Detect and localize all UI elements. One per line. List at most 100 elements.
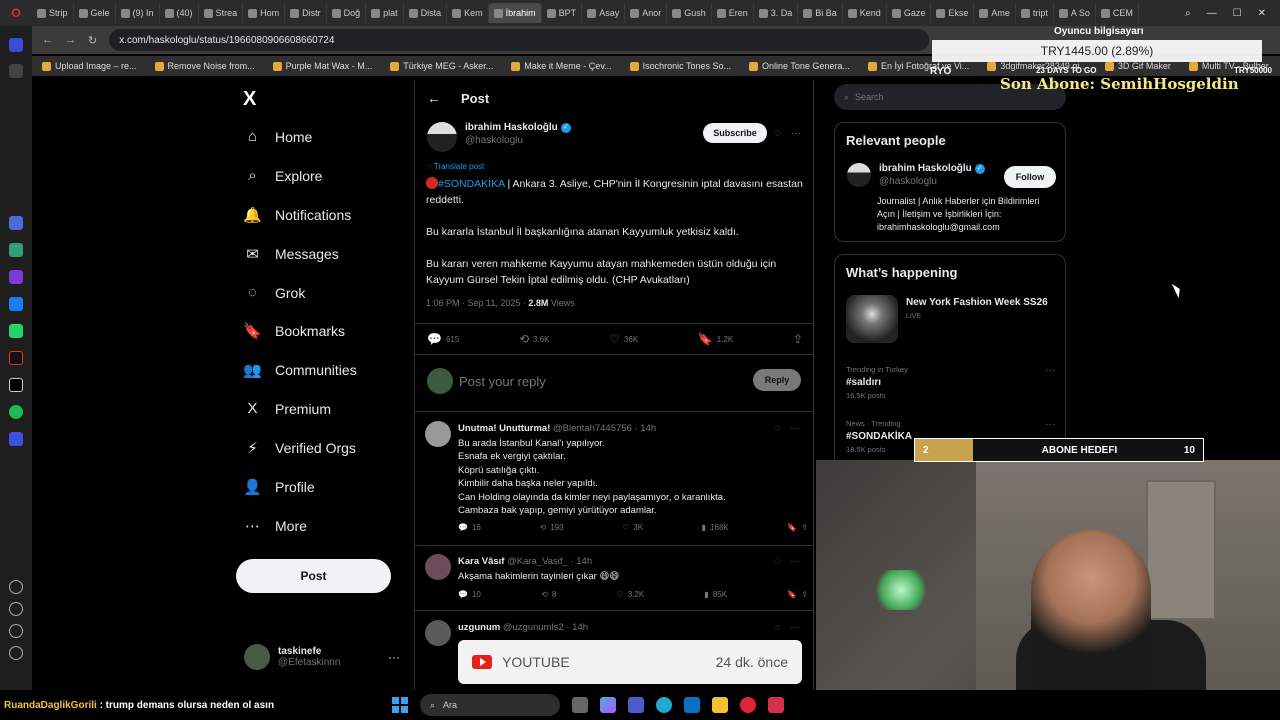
bookmark-item[interactable]: Isochronic Tones So... xyxy=(629,61,731,71)
more-icon[interactable]: ··· xyxy=(790,556,799,566)
store-icon[interactable] xyxy=(684,697,700,713)
bookmark-item[interactable]: Türkiye MEG - Asker... xyxy=(390,61,493,71)
whatsapp-icon[interactable] xyxy=(9,324,23,338)
like-action[interactable]: ♡ 36K xyxy=(609,332,638,346)
event-image[interactable] xyxy=(846,295,898,343)
reply-handle[interactable]: @Kara_Vasif_ · 14h xyxy=(507,556,592,567)
nav-item-grok[interactable]: ◌ Grok xyxy=(244,284,305,301)
account-more-icon[interactable]: ··· xyxy=(388,650,400,664)
relevant-person[interactable]: ibrahim Haskoloğlu ✓ @haskologlu xyxy=(847,163,985,187)
browser-tab[interactable]: Gele xyxy=(74,3,116,23)
nav-item-explore[interactable]: ⌕ Explore xyxy=(244,167,322,184)
browser-tab[interactable]: Gaze xyxy=(887,3,932,23)
reply-item[interactable]: Unutma! Unutturma! @Blentah7445756 · 14h… xyxy=(415,413,813,546)
browser-tab[interactable]: 3. Da xyxy=(754,3,799,23)
trend-more-icon[interactable]: ··· xyxy=(1045,419,1055,430)
browser-tab[interactable]: Hom xyxy=(243,3,286,23)
tiktok-icon[interactable] xyxy=(9,351,23,365)
grok-icon[interactable]: ◌ xyxy=(775,128,781,139)
reply-button[interactable]: Reply xyxy=(753,369,801,391)
nav-item-communities[interactable]: 👥 Communities xyxy=(243,361,357,379)
reply-author[interactable]: uzgunum xyxy=(458,622,500,633)
event-title[interactable]: New York Fashion Week SS26 xyxy=(906,297,1048,308)
more-icon[interactable]: ··· xyxy=(790,423,799,433)
avatar[interactable] xyxy=(425,554,451,580)
browser-tab[interactable]: Anor xyxy=(625,3,668,23)
share-action[interactable]: ⇪ xyxy=(793,332,803,346)
more-icon[interactable]: ··· xyxy=(790,622,799,632)
settings-icon[interactable] xyxy=(9,624,23,638)
avatar[interactable] xyxy=(425,620,451,646)
compose-post-button[interactable]: Post xyxy=(236,559,391,593)
nav-item-home[interactable]: ⌂ Home xyxy=(244,128,312,145)
like-action[interactable]: ♡ 3.2K xyxy=(617,590,645,599)
follow-button[interactable]: Follow xyxy=(1004,166,1056,188)
browser-tab[interactable]: Ame xyxy=(974,3,1016,23)
reply-action[interactable]: 💬 10 xyxy=(458,590,481,599)
task-view-icon[interactable] xyxy=(572,697,588,713)
bookmark-action[interactable]: 🔖 ⇪ xyxy=(787,590,808,599)
back-icon[interactable]: ← xyxy=(42,34,53,46)
hashtag-link[interactable]: #SONDAKİKA xyxy=(438,178,505,190)
bookmark-item[interactable]: Remove Noise from... xyxy=(154,61,255,71)
home-sidebar-icon[interactable] xyxy=(9,38,23,52)
reply-action[interactable]: 💬 615 xyxy=(427,332,459,346)
more-icon[interactable]: ··· xyxy=(791,128,801,139)
back-arrow-icon[interactable]: ← xyxy=(427,90,441,106)
browser-tab[interactable]: CEM xyxy=(1096,3,1139,23)
bookmark-item[interactable]: En İyi Fotoğraf ve Vi... xyxy=(867,61,969,71)
copilot-icon[interactable] xyxy=(600,697,616,713)
bookmark-item[interactable]: Online Tone Genera... xyxy=(749,61,850,71)
reply-author[interactable]: Kara Vâsıf xyxy=(458,556,504,567)
youtube-card[interactable]: YOUTUBE 24 dk. önce xyxy=(458,640,802,684)
browser-tab[interactable]: Dista xyxy=(404,3,448,23)
search-tabs-icon[interactable]: ⌕ xyxy=(1185,8,1191,19)
grok-icon[interactable]: ◌ xyxy=(775,423,780,433)
share-icon[interactable]: ⇪ xyxy=(801,523,808,532)
author-name[interactable]: ibrahim Haskoloğlu xyxy=(465,122,558,133)
forward-icon[interactable]: → xyxy=(65,34,76,46)
spotify-icon[interactable] xyxy=(9,405,23,419)
share-icon[interactable]: ⇪ xyxy=(801,590,808,599)
grok-icon[interactable]: ◌ xyxy=(775,622,780,632)
reply-handle[interactable]: @uzgunumls2 · 14h xyxy=(503,622,588,633)
url-field[interactable]: x.com/haskologlu/status/1966080906608660… xyxy=(109,29,930,51)
person-name[interactable]: ibrahim Haskoloğlu xyxy=(879,163,972,174)
bookmark-action[interactable]: 🔖 1.2K xyxy=(698,332,733,346)
browser-tab[interactable]: plat xyxy=(366,3,404,23)
x-logo[interactable]: X xyxy=(243,88,256,111)
maximize-icon[interactable]: ☐ xyxy=(1233,8,1242,19)
nav-item-notifications[interactable]: 🔔 Notifications xyxy=(243,206,351,224)
browser-tab[interactable]: tript xyxy=(1016,3,1054,23)
browser-tab[interactable]: BPT xyxy=(542,3,583,23)
history-icon[interactable] xyxy=(9,602,23,616)
browser-tab[interactable]: Doğ xyxy=(327,3,367,23)
reply-action[interactable]: 💬 16 xyxy=(458,523,481,532)
tweet-time[interactable]: 1:06 PM · Sep 11, 2025 · xyxy=(426,298,528,308)
x-sidebar-icon[interactable] xyxy=(9,378,23,392)
close-icon[interactable]: ✕ xyxy=(1258,8,1266,19)
star-sidebar-icon[interactable] xyxy=(9,64,23,78)
repost-action[interactable]: ⟲ 8 xyxy=(541,590,556,599)
trend-item[interactable]: News · Trending #SONDAKİKA 18.5K posts xyxy=(846,419,912,454)
browser-tab[interactable]: Ekse xyxy=(931,3,975,23)
browser-tab[interactable]: Asay xyxy=(582,3,626,23)
browser-tab[interactable]: Kend xyxy=(843,3,887,23)
account-switcher[interactable]: taskinefe @Efetaskinnn xyxy=(244,644,340,670)
browser-tab[interactable]: Eren xyxy=(712,3,754,23)
app-w-icon[interactable] xyxy=(768,697,784,713)
nav-item-verified-orgs[interactable]: ⚡ Verified Orgs xyxy=(244,439,356,457)
browser-tab[interactable]: Bi Ba xyxy=(798,3,843,23)
translate-post-link[interactable]: ◌ Translate post xyxy=(427,162,484,171)
app-icon[interactable] xyxy=(9,270,23,284)
bookmark-action[interactable]: 🔖 ⇪ xyxy=(787,523,808,532)
repost-action[interactable]: ⟲ 3.6K xyxy=(519,332,550,346)
person-handle[interactable]: @haskologlu xyxy=(879,176,985,187)
bookmark-item[interactable]: Purple Mat Wax - M... xyxy=(272,61,372,71)
author-handle[interactable]: @haskologlu xyxy=(465,135,571,146)
trend-more-icon[interactable]: ··· xyxy=(1045,365,1055,376)
heart-sidebar-icon[interactable] xyxy=(9,580,23,594)
bookmark-item[interactable]: 3D Gif Maker xyxy=(1104,61,1171,71)
browser-tab[interactable]: İbrahim xyxy=(488,3,542,23)
nav-item-bookmarks[interactable]: 🔖 Bookmarks xyxy=(243,322,345,340)
